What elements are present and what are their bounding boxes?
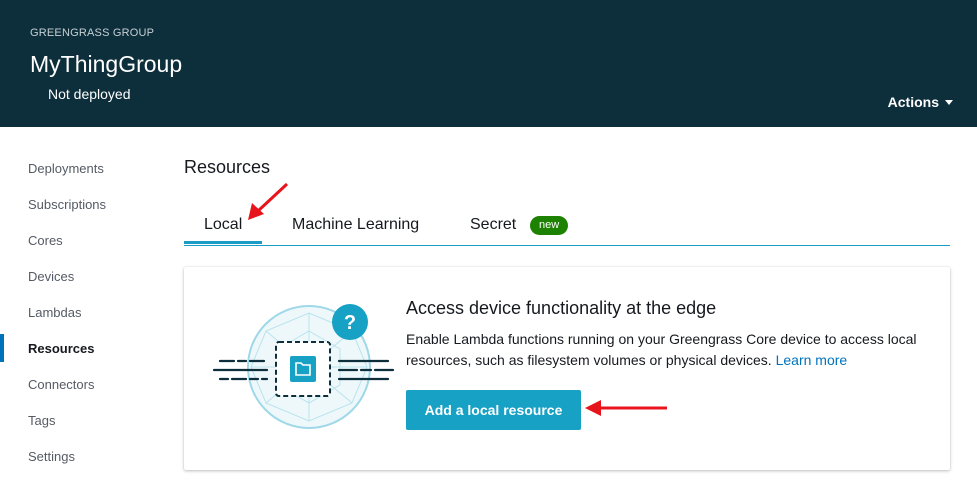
sidebar-item-resources[interactable]: Resources <box>28 341 94 356</box>
sidebar-item-devices[interactable]: Devices <box>28 269 74 284</box>
add-local-resource-button[interactable]: Add a local resource <box>406 390 581 430</box>
sidebar-item-cores[interactable]: Cores <box>28 233 63 248</box>
deployment-status: Not deployed <box>48 86 131 102</box>
page-title: MyThingGroup <box>30 51 183 77</box>
tab-machine-learning[interactable]: Machine Learning <box>292 216 419 234</box>
header-eyebrow: GREENGRASS GROUP <box>30 27 155 39</box>
sidebar-item-subscriptions[interactable]: Subscriptions <box>28 197 106 212</box>
sidebar-nav: Deployments Subscriptions Cores Devices … <box>0 127 160 496</box>
section-title: Resources <box>184 157 271 177</box>
caret-down-icon <box>945 100 953 105</box>
sidebar-item-tags[interactable]: Tags <box>28 413 55 428</box>
sidebar-item-deployments[interactable]: Deployments <box>28 161 104 176</box>
sidebar-item-lambdas[interactable]: Lambdas <box>28 305 81 320</box>
learn-more-link[interactable]: Learn more <box>776 352 848 368</box>
device-edge-illustration: ? <box>212 304 398 429</box>
resource-tabs: Local Machine Learning Secret new <box>184 206 950 246</box>
tab-local[interactable]: Local <box>184 216 262 244</box>
sidebar-item-connectors[interactable]: Connectors <box>28 377 94 392</box>
help-question-icon: ? <box>344 312 356 334</box>
tab-secret[interactable]: Secret <box>470 216 516 234</box>
new-badge: new <box>530 216 569 235</box>
card-description: Enable Lambda functions running on your … <box>406 329 936 371</box>
sidebar-item-settings[interactable]: Settings <box>28 449 75 464</box>
card-heading: Access device functionality at the edge <box>406 298 717 318</box>
actions-dropdown[interactable]: Actions <box>888 94 953 110</box>
empty-state-card: ? Access device functionality at the edg… <box>184 267 950 470</box>
active-nav-indicator <box>0 334 4 362</box>
group-header: GREENGRASS GROUP MyThingGroup Not deploy… <box>0 0 977 127</box>
actions-label: Actions <box>887 94 939 110</box>
